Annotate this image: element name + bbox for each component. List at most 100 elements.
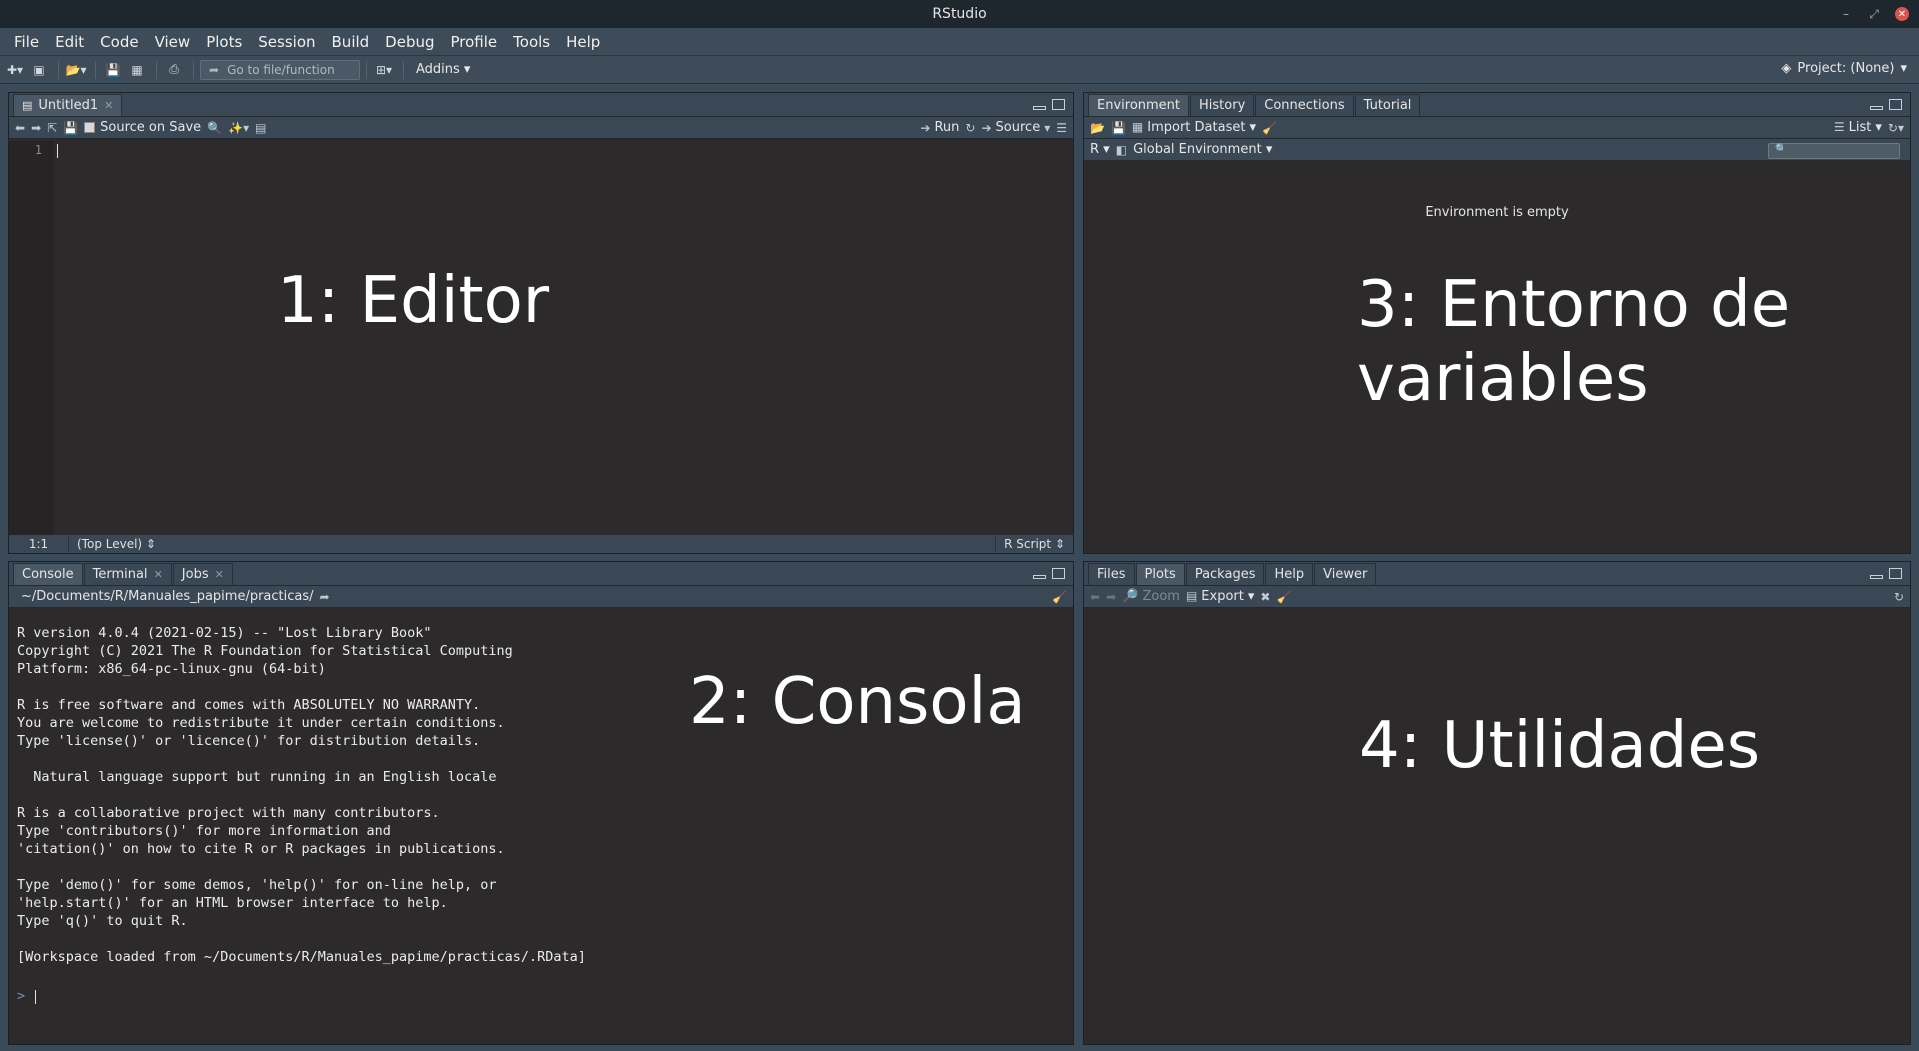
source-button[interactable]: ➔ Source ▾ (981, 120, 1050, 135)
tab-terminal[interactable]: Terminal ✕ (83, 563, 172, 585)
broom-icon[interactable]: 🧹 (1276, 590, 1291, 604)
search-icon[interactable]: 🔍 (207, 121, 222, 135)
addins-menu[interactable]: Addins ▾ (416, 62, 470, 77)
run-icon: ➔ (920, 120, 931, 135)
save-icon[interactable]: 💾 (102, 61, 124, 79)
tab-viewer[interactable]: Viewer (1314, 563, 1377, 585)
minimize-pane-icon[interactable] (1870, 106, 1883, 110)
import-dataset-button[interactable]: ▦ Import Dataset ▾ (1132, 120, 1256, 135)
menu-help[interactable]: Help (558, 33, 608, 51)
tab-connections[interactable]: Connections (1255, 94, 1354, 116)
maximize-pane-icon[interactable] (1889, 99, 1902, 110)
maximize-pane-icon[interactable] (1052, 568, 1065, 579)
menu-plots[interactable]: Plots (198, 33, 250, 51)
magic-wand-icon[interactable]: ✨▾ (228, 121, 249, 135)
export-button[interactable]: ▤ Export ▾ (1186, 589, 1254, 604)
editor-body[interactable]: 1 1: Editor 1:1 (Top Level) ⇕ R Script ⇕ (9, 141, 1073, 553)
text-cursor (57, 144, 58, 158)
minimize-icon[interactable]: – (1839, 7, 1853, 21)
tab-files[interactable]: Files (1088, 563, 1135, 585)
new-project-icon[interactable]: ▣ (28, 61, 50, 79)
menu-edit[interactable]: Edit (47, 33, 92, 51)
console-path-bar: ~/Documents/R/Manuales_papime/practicas/… (9, 586, 1073, 608)
save-workspace-icon[interactable]: 💾 (1111, 121, 1126, 135)
console-body[interactable]: R version 4.0.4 (2021-02-15) -- "Lost Li… (9, 610, 1073, 1044)
refresh-icon[interactable]: ↻ (1894, 590, 1904, 604)
minimize-pane-icon[interactable] (1033, 575, 1046, 579)
clear-console-icon[interactable]: 🧹 (1052, 590, 1067, 604)
refresh-icon[interactable]: ↻▾ (1888, 121, 1904, 135)
save-icon[interactable]: 💾 (63, 121, 78, 135)
view-mode-selector[interactable]: ☰ List ▾ (1834, 120, 1882, 135)
pane-window-controls (1033, 99, 1065, 110)
save-all-icon[interactable]: ▦ (126, 61, 148, 79)
source-on-save-checkbox[interactable]: Source on Save (84, 120, 201, 135)
tab-history[interactable]: History (1190, 94, 1255, 116)
forward-icon[interactable]: ➡ (31, 121, 41, 135)
maximize-icon[interactable]: ⤢ (1867, 7, 1881, 21)
close-tab-icon[interactable]: ✕ (215, 568, 224, 581)
environment-empty-message: Environment is empty (1425, 205, 1569, 220)
menu-debug[interactable]: Debug (377, 33, 442, 51)
menu-tools[interactable]: Tools (505, 33, 558, 51)
tab-plots[interactable]: Plots (1135, 563, 1185, 585)
load-workspace-icon[interactable]: 📂 (1090, 121, 1105, 135)
language-selector[interactable]: R ▾ (1090, 142, 1110, 157)
console-tabbar: Console Terminal ✕ Jobs ✕ (9, 562, 1073, 586)
menu-session[interactable]: Session (250, 33, 323, 51)
forward-icon[interactable]: ➡ (1106, 590, 1116, 604)
goto-file-input[interactable]: ➦ Go to file/function (200, 59, 360, 80)
run-label: Run (934, 120, 960, 135)
maximize-pane-icon[interactable] (1889, 568, 1902, 579)
menu-file[interactable]: File (6, 33, 47, 51)
close-icon[interactable]: ✕ (1895, 7, 1909, 21)
environment-search-input[interactable]: 🔍 (1768, 143, 1900, 159)
tab-help[interactable]: Help (1265, 563, 1314, 585)
tab-jobs[interactable]: Jobs ✕ (172, 563, 233, 585)
cursor-position: 1:1 (9, 537, 69, 551)
tab-untitled1[interactable]: ▤ Untitled1 ✕ (13, 94, 123, 116)
broom-icon[interactable]: 🧹 (1262, 121, 1277, 135)
menu-profile[interactable]: Profile (443, 33, 506, 51)
grid-layout-icon[interactable]: ⊞▾ (373, 61, 395, 79)
close-tab-icon[interactable]: ✕ (104, 99, 113, 112)
goto-directory-icon[interactable]: ➦ (320, 590, 330, 604)
toolbar-divider (58, 60, 59, 79)
back-icon[interactable]: ⬅ (15, 121, 25, 135)
scope-selector[interactable]: (Top Level) ⇕ (69, 537, 995, 551)
file-type-selector[interactable]: R Script ⇕ (995, 537, 1073, 551)
close-tab-icon[interactable]: ✕ (154, 568, 163, 581)
back-icon[interactable]: ⬅ (1090, 590, 1100, 604)
tab-environment[interactable]: Environment (1088, 94, 1190, 116)
editor-toolbar: ⬅ ➡ ⇱ 💾 Source on Save 🔍 ✨▾ ▤ ➔ Run ↻ ➔ … (9, 117, 1073, 139)
open-file-icon[interactable]: 📂▾ (65, 61, 87, 79)
show-in-window-icon[interactable]: ⇱ (47, 121, 57, 135)
project-label: Project: (None) (1797, 61, 1895, 76)
print-icon[interactable]: ⎙ (163, 61, 185, 79)
rerun-icon[interactable]: ↻ (965, 121, 975, 135)
environment-tabbar: Environment History Connections Tutorial (1084, 93, 1910, 117)
goto-placeholder: Go to file/function (227, 62, 335, 77)
maximize-pane-icon[interactable] (1052, 99, 1065, 110)
tab-packages[interactable]: Packages (1185, 563, 1265, 585)
compile-report-icon[interactable]: ▤ (255, 121, 266, 135)
menu-code[interactable]: Code (92, 33, 146, 51)
list-icon: ☰ (1833, 120, 1845, 134)
scope-selector[interactable]: Global Environment ▾ (1133, 142, 1272, 157)
environment-overlay-label: 3: Entorno de variables (1357, 268, 1791, 416)
project-menu[interactable]: ◈ Project: (None) ▾ (1781, 61, 1907, 76)
minimize-pane-icon[interactable] (1870, 575, 1883, 579)
menu-view[interactable]: View (147, 33, 199, 51)
menu-build[interactable]: Build (324, 33, 378, 51)
tab-console[interactable]: Console (13, 563, 83, 585)
environment-scope-bar: R ▾ ◧ Global Environment ▾ 🔍 (1084, 139, 1910, 161)
pane-window-controls (1870, 568, 1902, 579)
zoom-button[interactable]: 🔎 Zoom (1122, 589, 1180, 604)
tab-label: Untitled1 (38, 98, 99, 113)
remove-plot-icon[interactable]: ✖ (1260, 590, 1270, 604)
outline-icon[interactable]: ☰ (1056, 121, 1067, 135)
run-button[interactable]: ➔ Run (920, 120, 959, 135)
minimize-pane-icon[interactable] (1033, 106, 1046, 110)
new-file-icon[interactable]: ✚▾ (4, 61, 26, 79)
tab-tutorial[interactable]: Tutorial (1354, 94, 1421, 116)
